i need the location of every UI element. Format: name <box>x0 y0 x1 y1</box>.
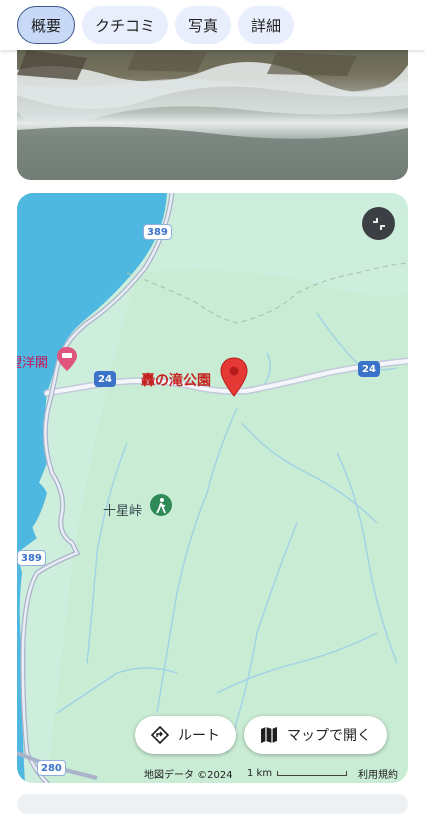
scale-bar: 1 km <box>247 767 348 779</box>
scale-label: 1 km <box>247 767 273 779</box>
route-shield: 24 <box>358 361 380 377</box>
map-attribution: 地図データ ©2024 1 km 利用規約 <box>17 763 408 783</box>
collapse-icon <box>372 217 385 230</box>
route-button-label: ルート <box>178 728 220 744</box>
hotel-label[interactable]: 望洋閣 <box>17 352 48 371</box>
map-canvas[interactable] <box>17 193 408 783</box>
photo-image <box>17 48 408 180</box>
tab-overview[interactable]: 概要 <box>17 6 76 44</box>
route-shield: 389 <box>17 550 46 566</box>
route-button[interactable]: ルート <box>135 716 236 754</box>
scale-line <box>277 770 348 776</box>
place-name-label[interactable]: 轟の滝公園 <box>141 370 211 390</box>
directions-icon <box>151 726 169 744</box>
terms-link[interactable]: 利用規約 <box>358 766 398 781</box>
open-map-button-label: マップで開く <box>287 728 371 744</box>
map-icon <box>261 727 277 743</box>
open-map-button[interactable]: マップで開く <box>244 716 387 754</box>
route-shield: 389 <box>143 224 172 240</box>
route-shield: 24 <box>94 371 116 387</box>
map-data-credit: 地図データ ©2024 <box>144 769 233 781</box>
hiking-icon[interactable] <box>150 494 172 516</box>
collapse-map-button[interactable] <box>362 207 395 240</box>
map-card[interactable]: 389 24 24 389 280 轟の滝公園 望洋閣 十星峠 ルート マップで… <box>17 193 408 783</box>
place-photo[interactable] <box>17 30 408 180</box>
hotel-icon[interactable] <box>57 347 77 371</box>
tab-bar: 概要 クチコミ 写真 詳細 <box>0 0 425 50</box>
tab-details[interactable]: 詳細 <box>238 6 295 44</box>
tab-photos[interactable]: 写真 <box>175 6 232 44</box>
tab-reviews[interactable]: クチコミ <box>82 6 169 44</box>
next-card <box>17 794 408 814</box>
pass-label[interactable]: 十星峠 <box>103 500 142 519</box>
